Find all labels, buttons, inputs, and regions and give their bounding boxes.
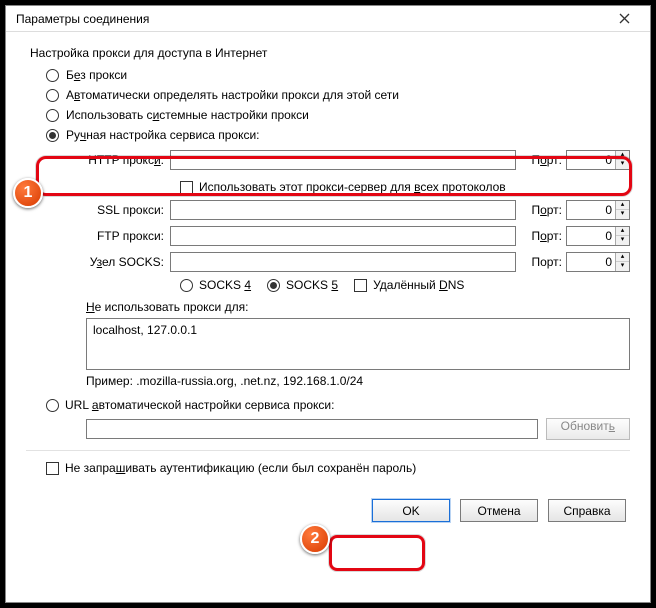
ssl-port-spinner[interactable]: ▴▾ [615, 201, 629, 219]
noproxy-label: Не использовать прокси для: [86, 300, 630, 314]
http-proxy-label: HTTP прокси: [86, 153, 170, 167]
radio-no-proxy-row[interactable]: Без прокси [46, 68, 630, 82]
radio-auto-url[interactable] [46, 399, 59, 412]
http-port-spinner[interactable]: ▴▾ [615, 151, 629, 169]
use-for-all-checkbox[interactable] [180, 181, 193, 194]
socks-port-spinner[interactable]: ▴▾ [615, 253, 629, 271]
proxy-grid: HTTP прокси: Порт: 0 ▴▾ Использовать это… [86, 150, 630, 292]
ok-button[interactable]: OK [372, 499, 450, 522]
socks-port-label: Порт: [516, 255, 566, 269]
ssl-port-input[interactable]: 0 ▴▾ [566, 200, 630, 220]
radio-socks4[interactable] [180, 279, 193, 292]
radio-manual-row[interactable]: Ручная настройка сервиса прокси: [46, 128, 630, 142]
noproxy-example: Пример: .mozilla-russia.org, .net.nz, 19… [86, 374, 630, 388]
ssl-port-label: Порт: [516, 203, 566, 217]
no-auth-prompt-checkbox[interactable] [46, 462, 59, 475]
dialog-window: Параметры соединения Настройка прокси дл… [5, 5, 651, 603]
socks-version-row: SOCKS 4 SOCKS 5 Удалённый DNS [180, 278, 630, 292]
radio-auto-detect[interactable] [46, 89, 59, 102]
radio-manual[interactable] [46, 129, 59, 142]
ftp-proxy-row: FTP прокси: Порт: 0 ▴▾ [86, 226, 630, 246]
no-auth-prompt-label: Не запрашивать аутентификацию (если был … [65, 461, 416, 475]
ftp-proxy-input[interactable] [170, 226, 516, 246]
radio-system-label: Использовать системные настройки прокси [66, 108, 309, 122]
radio-no-proxy-label: Без прокси [66, 68, 127, 82]
radio-system[interactable] [46, 109, 59, 122]
socks-host-input[interactable] [170, 252, 516, 272]
ssl-proxy-label: SSL прокси: [86, 203, 170, 217]
remote-dns-row[interactable]: Удалённый DNS [354, 278, 464, 292]
radio-system-row[interactable]: Использовать системные настройки прокси [46, 108, 630, 122]
noproxy-value: localhost, 127.0.0.1 [93, 323, 197, 337]
radio-socks4-label: SOCKS 4 [199, 278, 251, 292]
help-button[interactable]: Справка [548, 499, 626, 522]
dialog-content: Настройка прокси для доступа в Интернет … [6, 32, 650, 536]
socks-host-label: Узел SOCKS: [86, 255, 170, 269]
section-header: Настройка прокси для доступа в Интернет [30, 46, 630, 60]
ssl-proxy-row: SSL прокси: Порт: 0 ▴▾ [86, 200, 630, 220]
titlebar: Параметры соединения [6, 6, 650, 32]
radio-auto-detect-label: Автоматически определять настройки прокс… [66, 88, 399, 102]
ftp-port-label: Порт: [516, 229, 566, 243]
dialog-footer: OK Отмена Справка [30, 499, 630, 522]
window-title: Параметры соединения [16, 12, 149, 26]
socks-host-row: Узел SOCKS: Порт: 0 ▴▾ [86, 252, 630, 272]
noproxy-textarea[interactable]: localhost, 127.0.0.1 [86, 318, 630, 370]
reload-button[interactable]: Обновить [546, 418, 630, 440]
auto-url-input-row: Обновить [86, 418, 630, 440]
remote-dns-checkbox[interactable] [354, 279, 367, 292]
annotation-badge-1: 1 [13, 178, 43, 208]
radio-auto-url-row[interactable]: URL автоматической настройки сервиса про… [46, 398, 630, 412]
ftp-proxy-label: FTP прокси: [86, 229, 170, 243]
http-port-input[interactable]: 0 ▴▾ [566, 150, 630, 170]
separator [26, 450, 630, 451]
socks-port-input[interactable]: 0 ▴▾ [566, 252, 630, 272]
radio-socks5[interactable] [267, 279, 280, 292]
close-button[interactable] [604, 7, 644, 31]
radio-socks4-row[interactable]: SOCKS 4 [180, 278, 251, 292]
use-for-all-label: Использовать этот прокси-сервер для всех… [199, 180, 506, 194]
http-port-label: Порт: [516, 153, 566, 167]
auto-url-input[interactable] [86, 419, 538, 439]
radio-auto-detect-row[interactable]: Автоматически определять настройки прокс… [46, 88, 630, 102]
use-for-all-row[interactable]: Использовать этот прокси-сервер для всех… [180, 180, 630, 194]
no-auth-prompt-row[interactable]: Не запрашивать аутентификацию (если был … [46, 461, 630, 475]
ftp-port-input[interactable]: 0 ▴▾ [566, 226, 630, 246]
ssl-proxy-input[interactable] [170, 200, 516, 220]
cancel-button[interactable]: Отмена [460, 499, 538, 522]
http-proxy-row: HTTP прокси: Порт: 0 ▴▾ [86, 150, 630, 170]
radio-socks5-label: SOCKS 5 [286, 278, 338, 292]
radio-no-proxy[interactable] [46, 69, 59, 82]
radio-auto-url-label: URL автоматической настройки сервиса про… [65, 398, 334, 412]
radio-socks5-row[interactable]: SOCKS 5 [267, 278, 338, 292]
radio-manual-label: Ручная настройка сервиса прокси: [66, 128, 259, 142]
ftp-port-spinner[interactable]: ▴▾ [615, 227, 629, 245]
remote-dns-label: Удалённый DNS [373, 278, 464, 292]
http-proxy-input[interactable] [170, 150, 516, 170]
annotation-badge-2: 2 [300, 524, 330, 554]
